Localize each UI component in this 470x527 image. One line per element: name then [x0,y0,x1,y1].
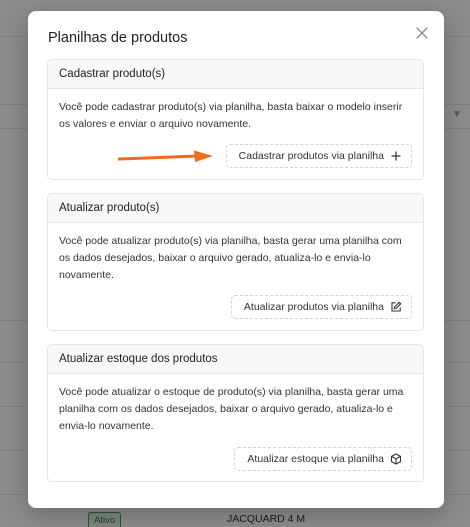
annotation-arrow [118,150,213,162]
card-update-stock: Atualizar estoque dos produtos Você pode… [47,344,424,482]
create-products-button[interactable]: Cadastrar produtos via planilha [225,144,412,168]
card-description: Você pode cadastrar produto(s) via plani… [59,101,403,130]
close-icon [416,27,428,39]
card-body: Você pode atualizar produto(s) via plani… [48,223,423,284]
card-body: Você pode cadastrar produto(s) via plani… [48,89,423,133]
modal-title: Planilhas de produtos [48,30,188,46]
edit-icon [390,301,402,313]
spreadsheet-modal: Planilhas de produtos Cadastrar produto(… [28,11,444,508]
card-description: Você pode atualizar produto(s) via plani… [59,235,402,281]
box-icon [390,453,402,465]
card-title: Cadastrar produto(s) [48,60,423,89]
close-button[interactable] [414,25,430,41]
update-products-button[interactable]: Atualizar produtos via planilha [230,295,412,319]
card-description: Você pode atualizar o estoque de produto… [59,386,404,432]
plus-icon [390,150,402,162]
update-stock-button[interactable]: Atualizar estoque via planilha [234,447,412,471]
card-create-products: Cadastrar produto(s) Você pode cadastrar… [47,59,424,180]
button-label: Atualizar estoque via planilha [247,453,384,465]
card-title: Atualizar produto(s) [48,194,423,223]
card-update-products: Atualizar produto(s) Você pode atualizar… [47,193,424,331]
button-label: Atualizar produtos via planilha [243,301,384,313]
card-body: Você pode atualizar o estoque de produto… [48,374,423,435]
card-title: Atualizar estoque dos produtos [48,345,423,374]
button-label: Cadastrar produtos via planilha [238,150,384,162]
